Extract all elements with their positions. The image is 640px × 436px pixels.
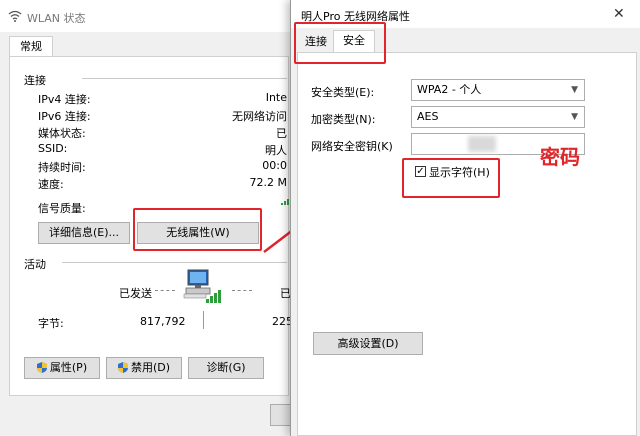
chevron-down-icon: ▼ [571,112,578,122]
tabs-highlight [294,22,386,64]
properties-button[interactable]: 属性(P) [24,357,100,379]
bytes-label: 字节: [38,317,64,330]
password-annotation: 密码 [540,145,580,169]
received-dash-line [232,290,252,291]
activity-group-divider [62,262,287,263]
security-type-label: 安全类型(E): [311,86,375,99]
duration-value: 00:0 [262,159,287,172]
network-computers-icon [183,269,221,303]
tab-general[interactable]: 常规 [9,36,53,57]
media-state-value: 已 [276,127,287,140]
show-chars-highlight [402,158,500,198]
ipv4-label: IPv4 连接: [38,93,91,106]
network-key-label: 网络安全密钥(K) [311,140,393,153]
speed-label: 速度: [38,178,64,191]
advanced-settings-button[interactable]: 高级设置(D) [313,332,423,355]
encryption-type-select[interactable]: AES ▼ [411,106,585,128]
ipv6-label: IPv6 连接: [38,110,91,123]
sent-label: 已发送 [119,287,152,300]
wireless-props-highlight [133,208,262,251]
admin-shield-icon [117,362,128,373]
sent-dash-line [155,290,175,291]
activity-group-title: 活动 [24,258,46,271]
signal-quality-label: 信号质量: [38,202,86,215]
encryption-type-label: 加密类型(N): [311,113,376,126]
duration-label: 持续时间: [38,161,86,174]
wifi-icon [8,10,22,22]
details-button[interactable]: 详细信息(E)... [38,222,130,244]
chevron-down-icon: ▼ [571,85,578,95]
bytes-sent-value: 817,792 [140,315,186,328]
details-button-label: 详细信息(E)... [48,226,120,239]
wlan-status-titlebar: WLAN 状态 [0,0,300,32]
advanced-settings-button-label: 高级设置(D) [337,337,399,350]
ssid-value: 明人 [265,144,287,157]
encryption-type-value: AES [417,110,439,123]
connection-group-title: 连接 [24,74,46,87]
ipv6-value: 无网络访问 [232,110,287,123]
ssid-label: SSID: [38,142,68,155]
disable-button[interactable]: 禁用(D) [106,357,182,379]
media-state-label: 媒体状态: [38,127,86,140]
admin-shield-icon [36,362,47,373]
bytes-divider [203,311,204,329]
wireless-properties-window: 明人Pro 无线网络属性 ✕ 连接 安全 安全类型(E): WPA2 - 个人 … [290,0,640,436]
speed-value: 72.2 M [249,176,287,189]
connection-group-divider [82,78,287,79]
close-icon[interactable]: ✕ [613,6,625,22]
security-type-value: WPA2 - 个人 [417,83,482,96]
diagnose-button-label: 诊断(G) [206,361,246,374]
blurred-password [468,136,496,152]
disable-button-label: 禁用(D) [130,361,171,374]
diagnose-button[interactable]: 诊断(G) [188,357,264,379]
properties-button-label: 属性(P) [49,361,88,374]
wlan-status-title: WLAN 状态 [27,12,86,25]
ipv4-value: Inte [265,91,287,104]
security-type-select[interactable]: WPA2 - 个人 ▼ [411,79,585,101]
